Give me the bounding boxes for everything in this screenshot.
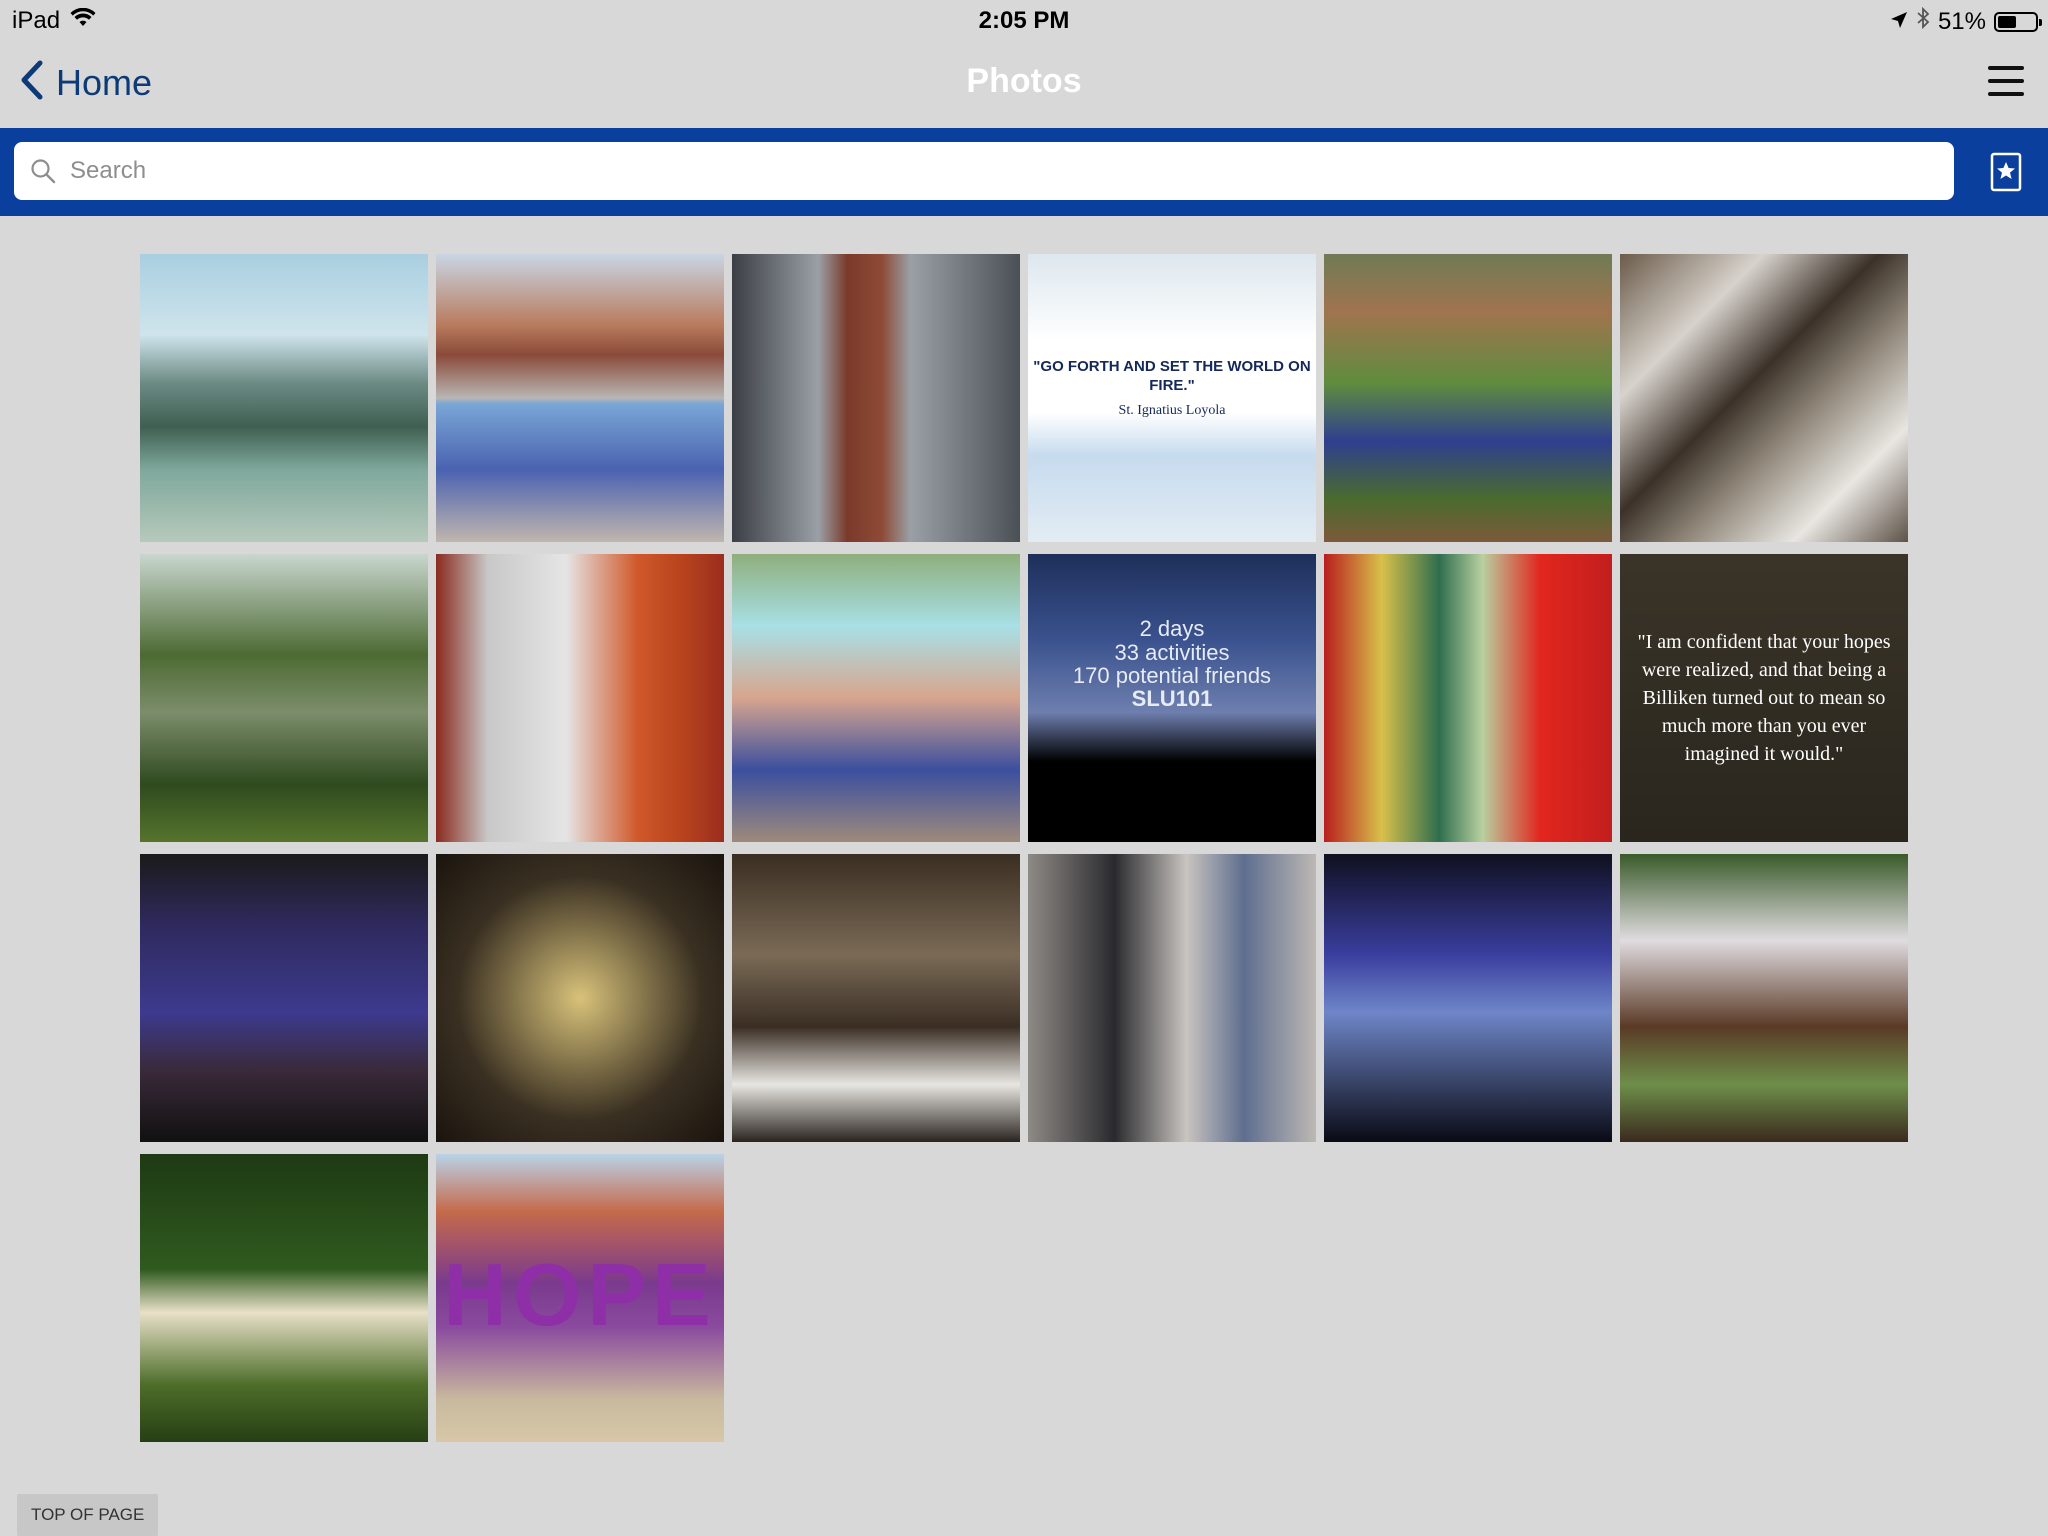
bluetooth-icon bbox=[1916, 6, 1930, 36]
caption-line: 2 days bbox=[1139, 616, 1205, 642]
photo-thumbnail[interactable] bbox=[436, 554, 724, 842]
photo-thumbnail[interactable] bbox=[140, 854, 428, 1142]
search-bar-area bbox=[0, 128, 2048, 216]
photo-thumbnail[interactable] bbox=[732, 254, 1020, 542]
search-box[interactable] bbox=[14, 142, 1954, 200]
battery-percent: 51% bbox=[1937, 7, 1986, 35]
search-input[interactable] bbox=[68, 156, 1932, 186]
photo-thumbnail[interactable] bbox=[1620, 254, 1908, 542]
caption-line: 33 activities bbox=[1114, 639, 1230, 665]
photo-quote: "GO FORTH AND SET THE WORLD ON FIRE." St… bbox=[1028, 358, 1316, 419]
photo-thumbnail[interactable]: 2 days 33 activities 170 potential frien… bbox=[1028, 554, 1316, 842]
hamburger-menu-icon[interactable] bbox=[1988, 66, 2024, 98]
photos-screen: iPad 2:05 PM 51% Home Photos Search "GO … bbox=[0, 0, 2048, 1536]
photo-thumbnail[interactable] bbox=[1028, 854, 1316, 1142]
photo-thumbnail[interactable] bbox=[140, 1154, 428, 1442]
navigation-bar: Home Photos bbox=[0, 40, 2048, 128]
status-right: 51% bbox=[1890, 6, 2042, 36]
photo-thumbnail[interactable] bbox=[1324, 854, 1612, 1142]
photo-grid: "GO FORTH AND SET THE WORLD ON FIRE." St… bbox=[140, 254, 1908, 1442]
photo-thumbnail[interactable]: "I am confident that your hopes were rea… bbox=[1620, 554, 1908, 842]
photo-thumbnail[interactable] bbox=[732, 554, 1020, 842]
battery-level bbox=[1998, 15, 2016, 28]
quote-author: St. Ignatius Loyola bbox=[1118, 402, 1226, 418]
quote-text: "I am confident that your hopes were rea… bbox=[1637, 631, 1891, 765]
status-bar: iPad 2:05 PM 51% bbox=[0, 0, 2048, 40]
caption-line: 170 potential friends bbox=[1072, 662, 1272, 688]
photo-thumbnail[interactable] bbox=[140, 554, 428, 842]
photo-thumbnail[interactable] bbox=[140, 254, 428, 542]
photo-thumbnail[interactable] bbox=[1324, 554, 1612, 842]
photo-thumbnail[interactable]: "GO FORTH AND SET THE WORLD ON FIRE." St… bbox=[1028, 254, 1316, 542]
search-icon bbox=[31, 159, 56, 184]
photo-thumbnail[interactable]: HOPE bbox=[436, 1154, 724, 1442]
photo-hope-text: HOPE bbox=[443, 1245, 717, 1344]
photo-quote: "I am confident that your hopes were rea… bbox=[1620, 628, 1908, 768]
photo-thumbnail[interactable] bbox=[1620, 854, 1908, 1142]
battery-icon bbox=[1994, 11, 2042, 32]
photo-thumbnail[interactable] bbox=[436, 854, 724, 1142]
bookmark-star-icon[interactable] bbox=[1990, 152, 2022, 192]
page-title: Photos bbox=[966, 62, 1082, 100]
top-of-page-button[interactable]: TOP OF PAGE bbox=[17, 1494, 159, 1536]
photo-thumbnail[interactable] bbox=[732, 854, 1020, 1142]
photo-thumbnail[interactable] bbox=[436, 254, 724, 542]
location-icon bbox=[1890, 8, 1908, 36]
caption-line: SLU101 bbox=[1131, 685, 1213, 711]
photo-thumbnail[interactable] bbox=[1324, 254, 1612, 542]
quote-text: "GO FORTH AND SET THE WORLD ON FIRE." bbox=[1033, 358, 1311, 394]
status-time: 2:05 PM bbox=[978, 7, 1070, 34]
photo-caption: 2 days 33 activities 170 potential frien… bbox=[1028, 617, 1316, 709]
